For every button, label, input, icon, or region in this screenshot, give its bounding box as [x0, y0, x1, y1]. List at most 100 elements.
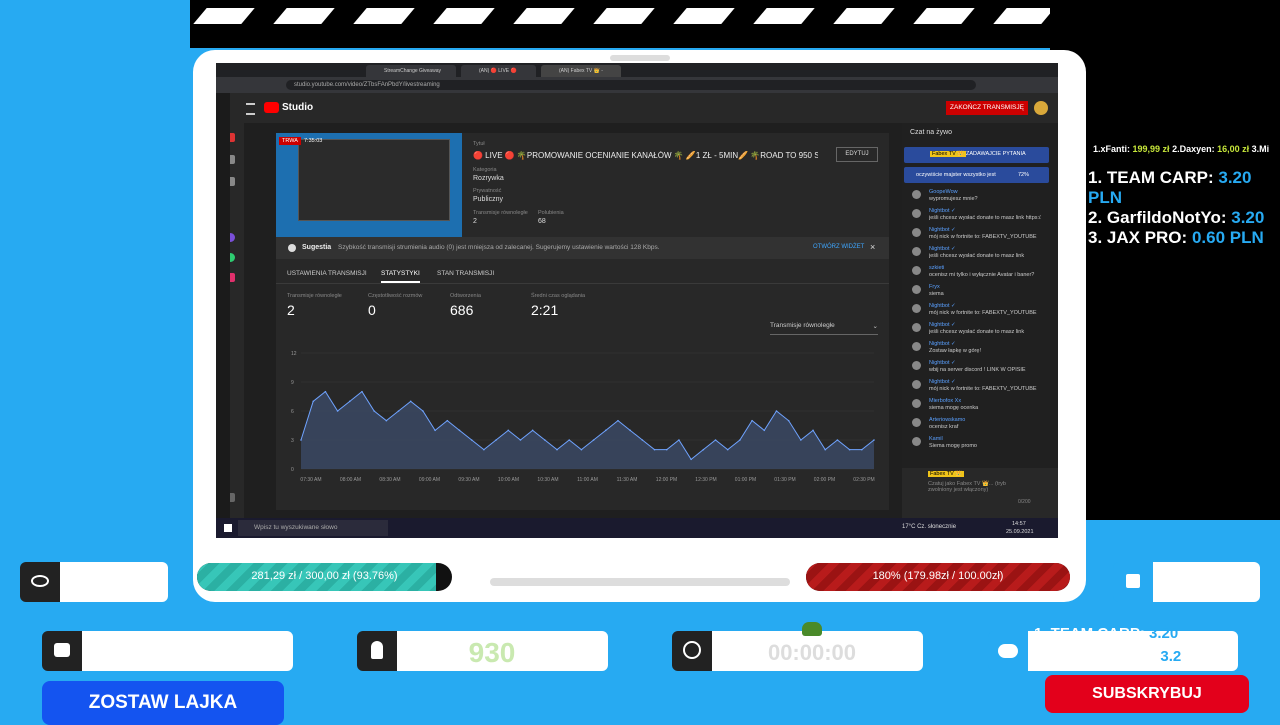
data-point: [580, 448, 583, 451]
tab-settings[interactable]: USTAWIENIA TRANSMISJI: [287, 270, 367, 277]
x-tick-label: 10:00 AM: [498, 477, 519, 483]
browser-tab-active[interactable]: (AN) Fabex TV 👑 - YouTube: [541, 65, 621, 86]
data-point: [385, 419, 388, 422]
close-icon[interactable]: ×: [870, 242, 875, 252]
browser-tab[interactable]: (AN) 🔴 LIVE 🔴 PROMO: [461, 65, 536, 86]
live-badge: TRWA: [279, 137, 301, 145]
data-point: [678, 439, 680, 441]
group-icon: [998, 644, 1018, 658]
menu-icon[interactable]: [246, 103, 255, 115]
likes-value-box: [1153, 562, 1260, 602]
data-point: [653, 448, 656, 451]
chat-message[interactable]: GoopeWow wypromujesz mnie?: [902, 187, 1058, 205]
chat-message[interactable]: Nightbot ✓ wbij na server discord ! LINK …: [902, 358, 1058, 376]
open-widget-link[interactable]: OTWÓRZ WIDŻET: [813, 244, 864, 250]
data-point: [312, 400, 314, 403]
chat-username: Nightbot ✓: [929, 341, 956, 347]
y-tick-label: 9: [291, 380, 294, 386]
data-point: [787, 419, 790, 422]
chat-input[interactable]: Czatuj jako Fabex TV 👑... (tryb zwolnion…: [928, 481, 1028, 493]
chat-avatar: [912, 399, 921, 408]
browser-sidebar: [216, 93, 230, 518]
y-tick-label: 6: [291, 409, 294, 415]
windows-start-icon[interactable]: [224, 524, 232, 532]
chat-text: mój nick w fortnite to: FABEXTV_YOUTUBE: [929, 310, 1037, 316]
chat-message[interactable]: Nightbot ✓ Zostaw łapkę w górę!: [902, 339, 1058, 357]
chat-message[interactable]: Kamil Siema mogę promo: [902, 434, 1058, 452]
chat-username: Nightbot ✓: [929, 322, 956, 328]
data-point: [617, 419, 619, 422]
like-cta-button[interactable]: ZOSTAW LAJKA: [42, 681, 284, 725]
timer-value: 00:00:00: [767, 640, 857, 665]
chat-avatar: [912, 304, 921, 313]
chat-header[interactable]: Czat na żywo: [910, 129, 952, 136]
chat-message[interactable]: Nightbot ✓ jeśli chcesz wysłać donate to …: [902, 320, 1058, 338]
frame-handle: [610, 55, 670, 61]
data-point: [751, 419, 753, 422]
chat-text: jeśli chcesz wysłać donate to masz link …: [929, 215, 1041, 221]
data-point: [397, 410, 400, 412]
chat-avatar: [912, 342, 921, 351]
data-point: [483, 448, 485, 451]
clapper-stripes: [190, 0, 1130, 48]
y-tick-label: 12: [291, 351, 297, 357]
chat-username: Mierbofox Xx: [929, 398, 962, 404]
x-tick-label: 09:00 AM: [419, 477, 440, 483]
chat-text: mój nick w fortnite to: FABEXTV_YOUTUBE: [929, 386, 1037, 392]
category-value: Rozrywka: [473, 175, 504, 182]
chat-message[interactable]: Arteriowskamo ocenisz kraf: [902, 415, 1058, 433]
chat-username: Nightbot ✓: [929, 379, 956, 385]
data-point: [446, 419, 449, 422]
data-point: [373, 410, 375, 412]
pinned-message[interactable]: Fabex TV 👑 ZADAWAJCIE PYTANIA: [904, 147, 1049, 163]
privacy-value: Publiczny: [473, 196, 503, 203]
studio-logo: Studio: [282, 102, 314, 113]
chat-message[interactable]: Nightbot ✓ mój nick w fortnite to: FABEXT…: [902, 301, 1058, 319]
data-point: [604, 429, 607, 432]
team-small-item: 2. GarfildoNotYo: 3.2: [1034, 648, 1182, 665]
chat-message[interactable]: Nightbot ✓ jeśli chcesz wysłać donate to …: [902, 206, 1058, 224]
chat-username: szkieti: [929, 265, 945, 271]
x-tick-label: 01:30 PM: [774, 477, 795, 483]
end-stream-button[interactable]: ZAKOŃCZ TRANSMISJĘ: [946, 101, 1028, 115]
browser-titlebar: StreamChange Giveaway (AN) 🔴 LIVE 🔴 PROM…: [216, 63, 1058, 86]
chat-text: Zostaw łapkę w górę!: [929, 348, 981, 354]
data-point: [544, 439, 546, 441]
edit-button[interactable]: EDYTUJ: [836, 147, 878, 162]
chat-message[interactable]: szkieti ocenisz mi tylko i wyłącznie Avat…: [902, 263, 1058, 281]
chat-text: ocenisz mi tylko i wyłącznie Avatar i ba…: [929, 272, 1035, 278]
metric-dropdown[interactable]: Transmisje równoległe ⌄: [770, 322, 878, 335]
chat-message[interactable]: Nightbot ✓ mój nick w fortnite to: FABEXT…: [902, 377, 1058, 395]
subscribe-cta-button[interactable]: SUBSKRYBUJ: [1045, 675, 1249, 713]
chat-message[interactable]: Nightbot ✓ jeśli chcesz wysłać donate to …: [902, 244, 1058, 262]
data-point: [848, 448, 851, 451]
browser-tab[interactable]: StreamChange Giveaway: [366, 65, 456, 77]
data-point: [531, 429, 534, 432]
stat-value: 2:21: [531, 302, 559, 318]
windows-taskbar: Wpisz tu wyszukiwane słowo 17°C Cz. słon…: [216, 518, 1058, 538]
avatar[interactable]: [1034, 101, 1048, 115]
x-tick-label: 09:30 AM: [458, 477, 479, 483]
pinned-text: ZADAWAJCIE PYTANIA: [966, 151, 1026, 157]
alarm-icon: [683, 641, 701, 659]
chat-avatar: [912, 266, 921, 275]
url-bar[interactable]: studio.youtube.com/video/ZTbsFAnPbdY/liv…: [286, 80, 976, 90]
chat-message[interactable]: Mierbofox Xx siema mogę ocenka: [902, 396, 1058, 414]
data-point: [507, 429, 510, 432]
chat-message[interactable]: Nightbot ✓ mój nick w fortnite to: FABEXT…: [902, 225, 1058, 243]
title-value: 🔴 LIVE 🔴 🌴PROMOWANIE OCENIANIE KANAŁÓW 🌴…: [473, 151, 818, 160]
chat-message[interactable]: Fryx siema: [902, 282, 1058, 300]
info-icon: [288, 244, 296, 252]
live-time: 7:35:03: [304, 138, 323, 144]
poll-banner[interactable]: oczywiście majster wszystko jest 72%: [904, 167, 1049, 183]
pinned-user: Fabex TV 👑: [930, 151, 967, 157]
data-point: [690, 458, 692, 461]
goal-left-label: na lepsze mikro: [222, 542, 305, 554]
stat-label: Częstotliwość rozmów: [368, 293, 423, 299]
chat-messages: GoopeWow wypromujesz mnie? Nightbot ✓ jeśli…: [902, 187, 1058, 461]
chat-input-area: Fabex TV 👑 Czatuj jako Fabex TV 👑... (tr…: [902, 468, 1058, 518]
taskbar-search[interactable]: Wpisz tu wyszukiwane słowo: [238, 520, 388, 536]
tab-status[interactable]: STAN TRANSMISJI: [437, 270, 494, 277]
likes-tile: [1113, 562, 1153, 602]
tab-statistics[interactable]: STATYSTYKI: [381, 270, 420, 283]
